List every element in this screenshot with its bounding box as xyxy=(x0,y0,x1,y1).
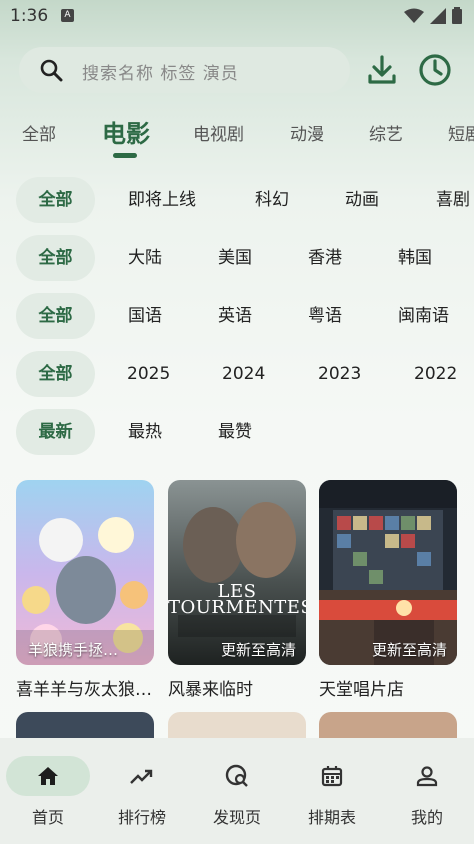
filter-chip[interactable]: 最赞 xyxy=(218,409,252,455)
filter-chip-selected[interactable]: 最新 xyxy=(16,409,95,455)
tab-anime[interactable]: 动漫 xyxy=(290,120,324,145)
nav-label: 我的 xyxy=(410,808,443,827)
wifi-icon xyxy=(404,8,424,23)
history-icon[interactable] xyxy=(417,52,453,88)
nav-schedule[interactable]: 排期表 xyxy=(290,756,374,828)
search-placeholder: 搜索名称 标签 演员 xyxy=(82,64,239,84)
tab-tv[interactable]: 电视剧 xyxy=(193,120,244,145)
nav-label: 排行榜 xyxy=(117,808,166,827)
person-icon xyxy=(416,766,438,787)
trending-icon xyxy=(130,769,153,784)
home-icon xyxy=(38,767,58,785)
poster-title-text: LES TOURMENTES xyxy=(168,581,306,618)
calendar-icon xyxy=(321,766,343,787)
filter-chip[interactable]: 粤语 xyxy=(308,293,342,339)
region-filter-row: 全部 大陆 美国 香港 韩国 xyxy=(0,235,474,281)
movie-title: 天堂唱片店 xyxy=(319,680,404,700)
filter-chip[interactable]: 2024 xyxy=(222,351,265,397)
filter-chip-selected[interactable]: 全部 xyxy=(16,351,95,397)
filter-chip-selected[interactable]: 全部 xyxy=(16,177,95,223)
movie-card[interactable]: 羊狼携手拯… 喜羊羊与灰太狼之… xyxy=(16,480,154,700)
search-icon xyxy=(40,59,63,82)
year-filter-row: 全部 2025 2024 2023 2022 xyxy=(0,351,474,397)
movie-card[interactable]: 更新至高清 天堂唱片店 xyxy=(319,480,457,700)
filter-chip[interactable]: 美国 xyxy=(218,235,252,281)
active-tab-indicator xyxy=(113,153,137,158)
nav-home[interactable]: 首页 xyxy=(6,756,90,828)
movie-poster: 羊狼携手拯… xyxy=(16,480,154,665)
nav-label: 发现页 xyxy=(212,808,261,827)
download-icon[interactable] xyxy=(364,52,400,88)
movie-badge: 更新至高清 xyxy=(220,641,296,659)
signal-icon xyxy=(430,7,446,24)
filter-chip[interactable]: 即将上线 xyxy=(128,177,196,223)
filter-chip[interactable]: 香港 xyxy=(308,235,342,281)
filter-chip-selected[interactable]: 全部 xyxy=(16,293,95,339)
sort-filter-row: 最新 最热 最赞 xyxy=(0,409,474,455)
status-time: 1:36 xyxy=(10,6,49,26)
tab-all[interactable]: 全部 xyxy=(22,120,56,145)
tab-short[interactable]: 短剧 xyxy=(448,120,474,145)
nav-discover[interactable]: 发现页 xyxy=(195,756,279,828)
filter-chip[interactable]: 英语 xyxy=(218,293,252,339)
nav-ranking[interactable]: 排行榜 xyxy=(100,756,184,828)
filter-chip[interactable]: 喜剧 xyxy=(436,177,470,223)
nav-profile[interactable]: 我的 xyxy=(385,756,469,828)
nav-label: 排期表 xyxy=(307,808,356,827)
filter-chip[interactable]: 最热 xyxy=(128,409,162,455)
sim-icon: A xyxy=(61,9,74,22)
cartoon-poster-image xyxy=(16,480,154,665)
movie-badge: 羊狼携手拯… xyxy=(28,641,119,659)
filter-chip[interactable]: 2022 xyxy=(414,351,457,397)
filter-chip[interactable]: 动画 xyxy=(345,177,379,223)
filter-chip[interactable]: 大陆 xyxy=(128,235,162,281)
movie-card[interactable]: LES TOURMENTES 更新至高清 风暴来临时 xyxy=(168,480,306,700)
battery-icon xyxy=(452,7,462,24)
nav-label: 首页 xyxy=(31,808,64,827)
tab-variety[interactable]: 综艺 xyxy=(369,120,403,145)
movie-poster: 更新至高清 xyxy=(319,480,457,665)
filter-chip[interactable]: 韩国 xyxy=(398,235,432,281)
search-bar[interactable]: 搜索名称 标签 演员 xyxy=(19,47,350,93)
filter-chip[interactable]: 2023 xyxy=(318,351,361,397)
tab-movie[interactable]: 电影 xyxy=(102,114,150,149)
category-tabs: 全部 电影 电视剧 动漫 综艺 短剧 xyxy=(0,112,474,162)
record-store-poster-image xyxy=(319,480,457,665)
movie-badge: 更新至高清 xyxy=(371,641,447,659)
drama-poster-image xyxy=(168,480,306,665)
movie-title: 喜羊羊与灰太狼之… xyxy=(16,680,154,700)
bottom-navigation: 首页 排行榜 发现页 排期表 我的 xyxy=(0,738,474,844)
filter-chip-selected[interactable]: 全部 xyxy=(16,235,95,281)
language-filter-row: 全部 国语 英语 粤语 闽南语 xyxy=(0,293,474,339)
movie-poster: LES TOURMENTES 更新至高清 xyxy=(168,480,306,665)
filter-chip[interactable]: 2025 xyxy=(127,351,170,397)
filter-chip[interactable]: 闽南语 xyxy=(398,293,449,339)
status-bar: 1:36 A xyxy=(0,0,474,34)
filter-chip[interactable]: 科幻 xyxy=(255,177,289,223)
explore-icon xyxy=(225,764,248,787)
filter-chip[interactable]: 国语 xyxy=(128,293,162,339)
genre-filter-row: 全部 即将上线 科幻 动画 喜剧 xyxy=(0,177,474,223)
movie-title: 风暴来临时 xyxy=(168,680,253,700)
